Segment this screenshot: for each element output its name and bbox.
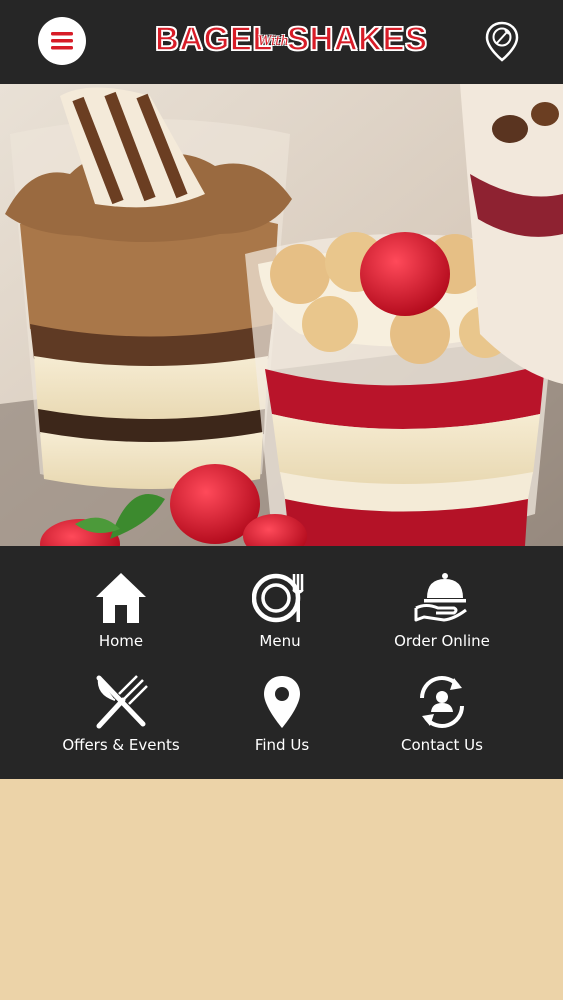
empty-content-area bbox=[0, 779, 563, 1000]
main-menu-panel: Home Menu Order Online Offers & Events F… bbox=[0, 546, 563, 779]
map-pin-icon bbox=[264, 676, 300, 728]
menu-tile-label: Find Us bbox=[254, 736, 310, 754]
menu-tile-label: Contact Us bbox=[401, 736, 483, 754]
menu-tile-menu[interactable]: Menu bbox=[190, 570, 370, 670]
menu-tile-label: Offers & Events bbox=[62, 736, 180, 754]
hamburger-menu-icon bbox=[51, 32, 73, 50]
menu-tile-order-online[interactable]: Order Online bbox=[352, 570, 532, 670]
crossed-cutlery-icon bbox=[96, 675, 148, 729]
menu-tile-label: Order Online bbox=[394, 632, 490, 650]
menu-tile-contact-us[interactable]: Contact Us bbox=[352, 674, 532, 774]
brand-word-shakes: SHAKES bbox=[286, 19, 428, 58]
hero-dessert-image bbox=[0, 84, 563, 546]
menu-tile-home[interactable]: Home bbox=[31, 570, 211, 670]
map-pin-fork-knife-icon bbox=[485, 21, 519, 62]
menu-tile-offers-events[interactable]: Offers & Events bbox=[31, 674, 211, 774]
menu-tile-label: Menu bbox=[259, 632, 301, 650]
hamburger-menu-button[interactable] bbox=[38, 17, 86, 65]
brand-word-bagel: BAGEL bbox=[154, 19, 273, 58]
serving-cloche-icon bbox=[414, 573, 467, 622]
plate-cutlery-icon bbox=[252, 573, 304, 623]
menu-tile-find-us[interactable]: Find Us bbox=[192, 674, 372, 774]
app-header: BAGEL With SHAKES bbox=[0, 0, 563, 84]
brand-word-with: With bbox=[258, 34, 289, 49]
home-icon bbox=[96, 573, 146, 623]
brand-logo: BAGEL With SHAKES bbox=[150, 14, 428, 66]
menu-tile-label: Home bbox=[98, 632, 144, 650]
location-button[interactable] bbox=[482, 20, 522, 64]
contact-refresh-icon bbox=[420, 676, 464, 728]
